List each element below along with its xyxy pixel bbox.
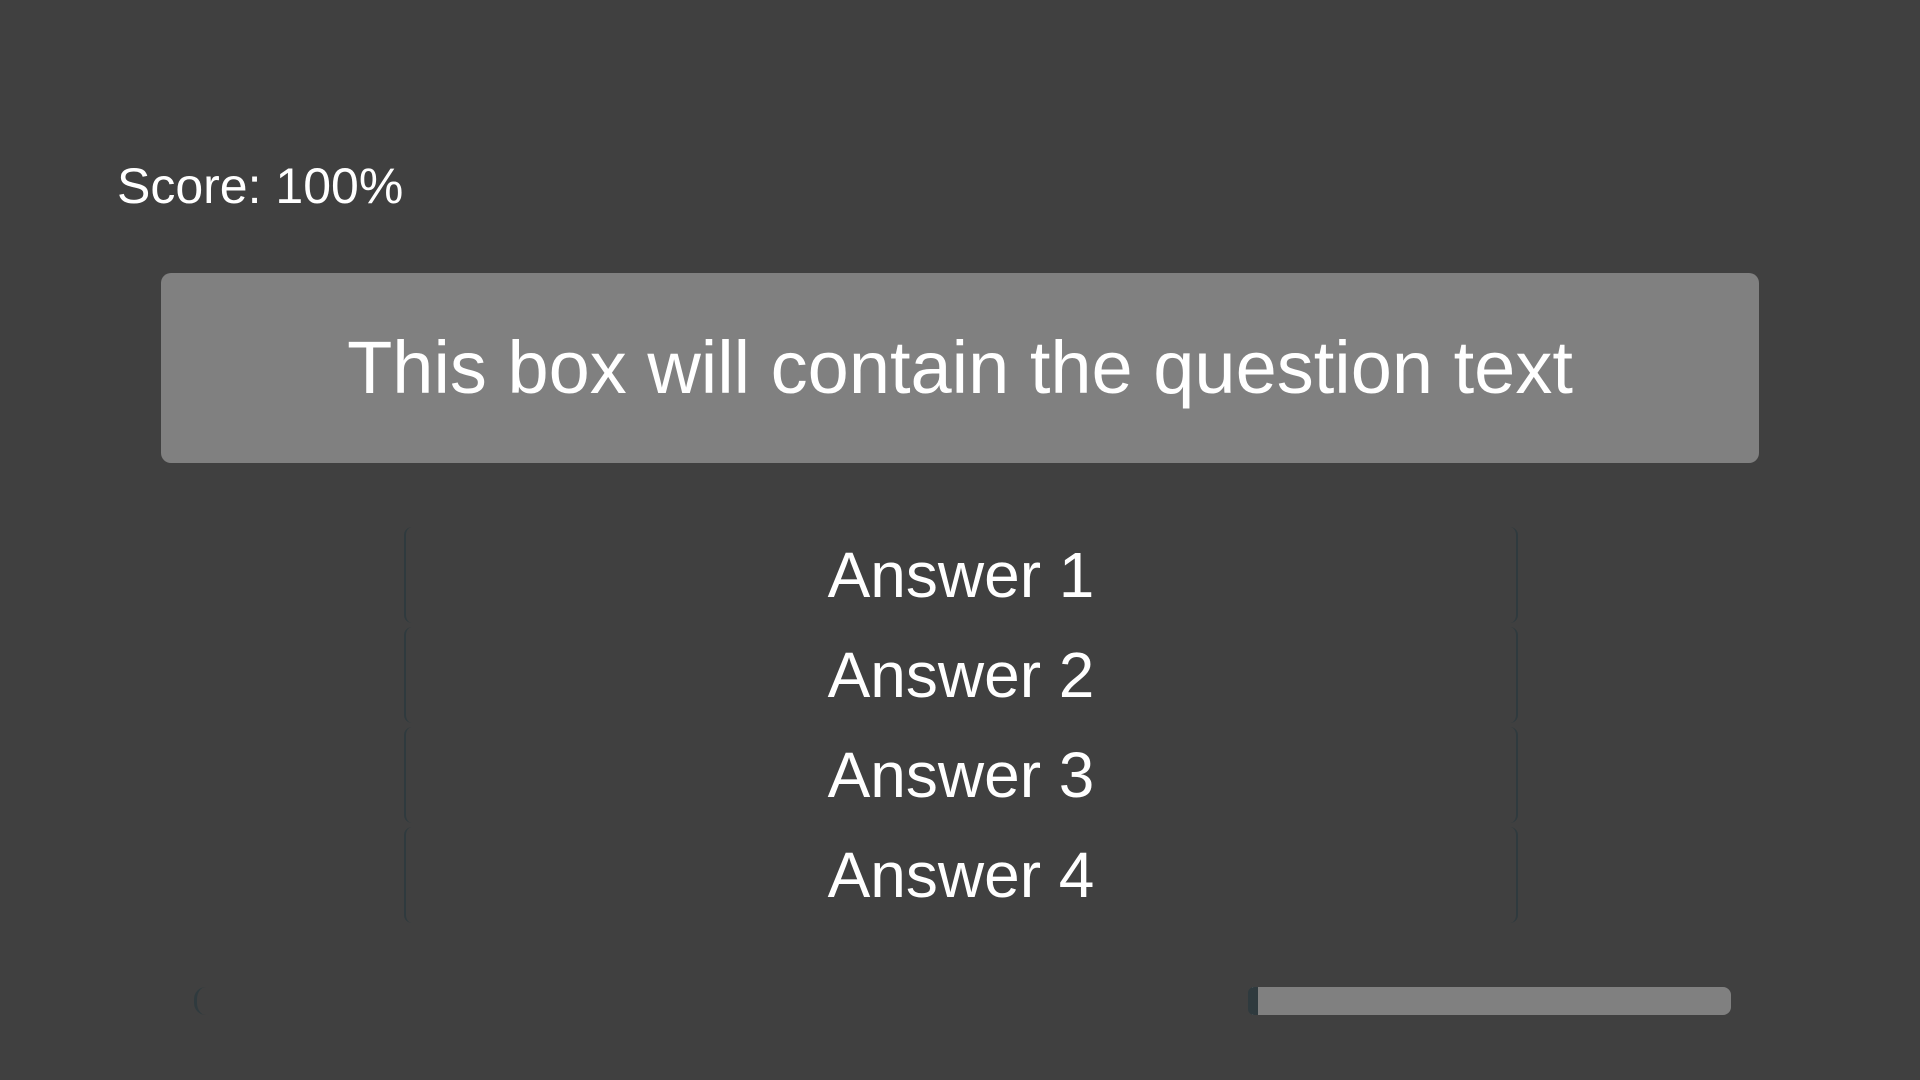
timer-bar-fill	[1248, 987, 1731, 1015]
answer-button-3[interactable]: Answer 3	[404, 725, 1518, 825]
answer-button-1[interactable]: Answer 1	[404, 525, 1518, 625]
answer-button-4[interactable]: Answer 4	[404, 825, 1518, 925]
question-box: This box will contain the question text	[161, 273, 1759, 463]
score-display: Score: 100%	[117, 158, 404, 214]
quiz-screen: Score: 100% This box will contain the qu…	[0, 0, 1920, 1080]
answer-list: Answer 1 Answer 2 Answer 3 Answer 4	[404, 525, 1518, 923]
answer-label: Answer 1	[827, 539, 1095, 611]
answer-button-2[interactable]: Answer 2	[404, 625, 1518, 725]
question-text: This box will contain the question text	[347, 326, 1573, 409]
answer-label: Answer 4	[827, 839, 1095, 911]
answer-label: Answer 3	[827, 739, 1095, 811]
answer-label: Answer 2	[827, 639, 1095, 711]
